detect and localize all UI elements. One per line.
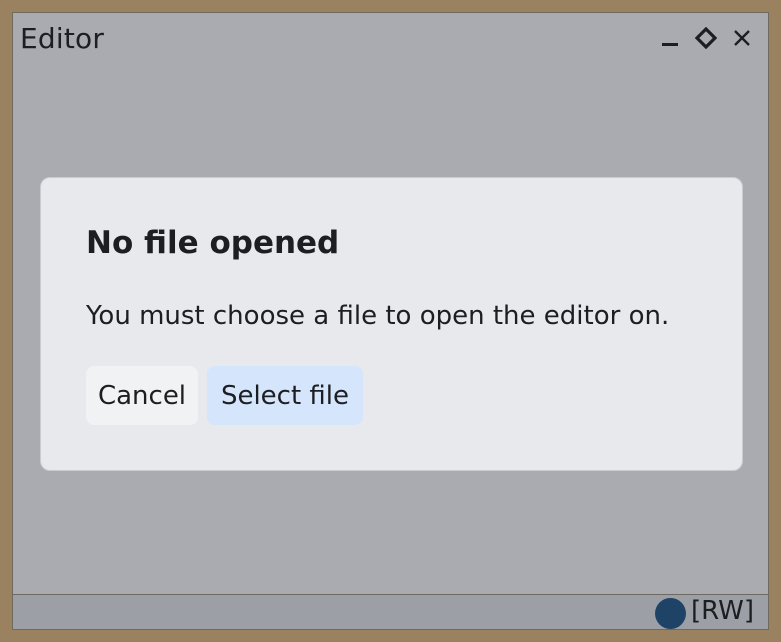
dialog-title: No file opened xyxy=(86,225,340,261)
maximize-button[interactable] xyxy=(694,26,718,50)
read-write-mode: [RW] xyxy=(690,596,754,626)
close-icon xyxy=(734,30,750,46)
select-file-button[interactable]: Select file xyxy=(207,366,363,425)
no-file-dialog: No file opened You must choose a file to… xyxy=(40,177,743,471)
title-bar[interactable]: Editor xyxy=(13,13,768,63)
status-indicator xyxy=(655,598,686,629)
window-title: Editor xyxy=(20,22,105,55)
status-bar: [RW] xyxy=(13,594,768,629)
window-controls xyxy=(658,26,754,50)
diamond-icon xyxy=(695,27,717,49)
dialog-message: You must choose a file to open the edito… xyxy=(86,301,670,331)
minimize-button[interactable] xyxy=(658,26,682,50)
close-button[interactable] xyxy=(730,26,754,50)
minimize-icon xyxy=(662,43,678,46)
editor-window: Editor No file opened You must choose a … xyxy=(12,12,769,630)
cancel-button[interactable]: Cancel xyxy=(86,366,198,425)
